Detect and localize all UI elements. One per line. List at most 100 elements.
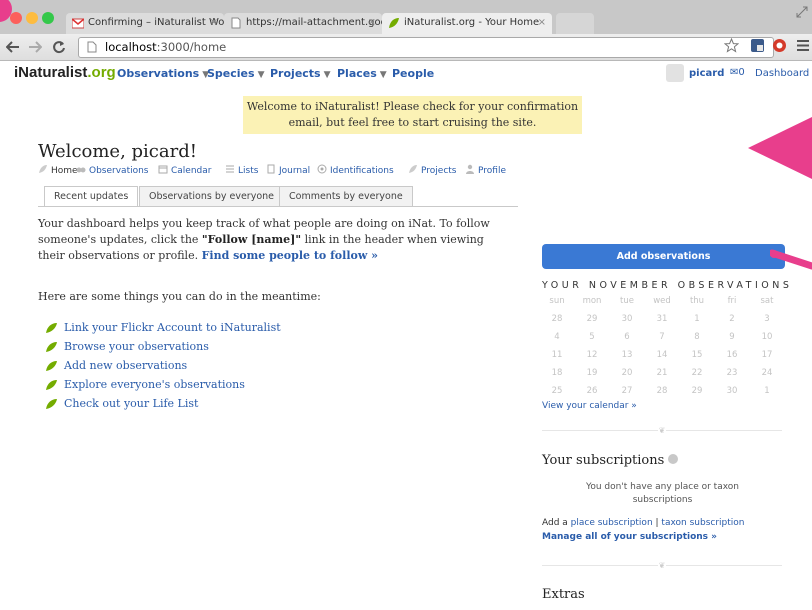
nav-label: Places — [337, 67, 377, 80]
back-icon[interactable] — [6, 41, 20, 53]
calendar-day: 1 — [764, 386, 770, 396]
annotation-arrow-icon — [748, 117, 812, 179]
calendar-day: 23 — [726, 368, 738, 378]
minimize-window-button[interactable] — [26, 12, 38, 24]
calendar-day: 28 — [656, 386, 668, 396]
calendar-day: 10 — [761, 332, 773, 342]
tab-divider — [38, 206, 518, 207]
calendar-day: 16 — [726, 350, 738, 360]
subnav-identifications[interactable]: Identifications — [317, 164, 394, 176]
tab-comments-by-everyone[interactable]: Comments by everyone — [279, 186, 413, 206]
nav-species[interactable]: Species ▼ — [207, 67, 264, 80]
add-observations-button[interactable]: Add observations — [542, 244, 785, 269]
tab-recent-updates[interactable]: Recent updates — [44, 186, 139, 207]
calendar-day: 28 — [551, 314, 563, 324]
calendar-day: 13 — [621, 350, 633, 360]
calendar-day: 1 — [694, 314, 700, 324]
avatar[interactable] — [666, 64, 684, 82]
calendar-day: 24 — [761, 368, 773, 378]
tab-close-icon[interactable]: × — [538, 17, 546, 28]
gmail-icon — [72, 18, 84, 29]
nav-observations[interactable]: Observations ▼ — [117, 67, 209, 80]
reload-icon[interactable] — [52, 40, 66, 54]
calendar-day: 4 — [554, 332, 560, 342]
todo-explore-observations[interactable]: Explore everyone's observations — [46, 377, 281, 396]
calendar-day: 12 — [586, 350, 598, 360]
dashboard-menu[interactable]: Dashboard▼ — [755, 68, 812, 79]
todo-life-list[interactable]: Check out your Life List — [46, 396, 281, 415]
todo-label: Add new observations — [64, 359, 188, 372]
todo-label: Check out your Life List — [64, 397, 199, 410]
list-icon — [226, 165, 234, 173]
address-bar[interactable]: localhost:3000/home — [78, 37, 774, 58]
nav-projects[interactable]: Projects ▼ — [270, 67, 331, 80]
subnav-home[interactable]: Home — [38, 164, 78, 176]
weekday-label: thu — [689, 296, 705, 306]
calendar-day: 17 — [761, 350, 773, 360]
nav-places[interactable]: Places ▼ — [337, 67, 387, 80]
browser-tab-gmail[interactable]: Confirming – iNaturalist Wor × — [66, 13, 224, 34]
subnav-calendar[interactable]: Calendar — [158, 164, 211, 176]
subscriptions-title: Your subscriptions — [542, 453, 665, 468]
follow-hint: "Follow [name]" — [201, 233, 302, 246]
menu-icon[interactable] — [796, 39, 810, 52]
info-icon[interactable] — [668, 454, 679, 464]
calendar-day: 5 — [589, 332, 595, 342]
zoom-window-button[interactable] — [42, 12, 54, 24]
calendar-day: 20 — [621, 368, 633, 378]
todo-add-observations[interactable]: Add new observations — [46, 358, 281, 377]
tab-close-icon[interactable]: × — [368, 17, 376, 28]
tab-observations-by-everyone[interactable]: Observations by everyone — [139, 186, 285, 206]
tab-close-icon[interactable]: × — [210, 17, 218, 28]
todo-link-flickr[interactable]: Link your Flickr Account to iNaturalist — [46, 320, 281, 339]
subnav-projects[interactable]: Projects — [408, 164, 456, 176]
todo-list: Link your Flickr Account to iNaturalist … — [46, 320, 281, 415]
browser-tab-attachment[interactable]: https://mail-attachment.goo × — [224, 13, 382, 34]
place-subscription-link[interactable]: place subscription — [571, 518, 653, 528]
subnav-profile[interactable]: Profile — [465, 164, 506, 176]
calendar-day: 29 — [586, 314, 598, 324]
browser-tab-bar: Confirming – iNaturalist Wor × https://m… — [0, 0, 812, 34]
subscriptions-heading: Your subscriptions — [542, 453, 679, 468]
close-window-button[interactable] — [10, 12, 22, 24]
journal-icon — [267, 164, 275, 174]
observation-calendar: sun mon tue wed thu fri sat 28 29 30 31 … — [542, 293, 785, 401]
fullscreen-icon[interactable] — [796, 6, 808, 18]
leaf-icon — [409, 165, 417, 173]
subnav-observations[interactable]: Observations — [76, 164, 149, 176]
leaf-icon — [46, 323, 57, 333]
tab-title: Confirming – iNaturalist Wor — [88, 17, 224, 28]
messages-link[interactable]: ✉0 — [730, 67, 745, 78]
weekday-label: sat — [760, 296, 774, 306]
logo-text: iNaturalist — [14, 64, 88, 81]
no-subscriptions-text: You don't have any place or taxon subscr… — [586, 482, 739, 505]
browser-tab-inaturalist[interactable]: iNaturalist.org - Your Home × — [382, 13, 552, 34]
subnav-label: Journal — [279, 166, 311, 176]
star-icon[interactable] — [724, 38, 739, 53]
flash-notice: Welcome to iNaturalist! Please check for… — [243, 96, 582, 134]
new-tab-button[interactable] — [556, 13, 594, 34]
subnav-label: Home — [51, 166, 78, 176]
nav-people[interactable]: People — [392, 67, 434, 80]
calendar-day: 9 — [729, 332, 735, 342]
forward-icon[interactable] — [28, 41, 42, 53]
weekday-label: tue — [620, 296, 634, 306]
find-people-link[interactable]: Find some people to follow » — [202, 249, 378, 262]
manage-subscriptions-link[interactable]: Manage all of your subscriptions » — [542, 532, 717, 542]
leaf-icon — [46, 399, 57, 409]
chevron-down-icon: ▼ — [257, 70, 265, 80]
nav-label: Projects — [270, 67, 321, 80]
todo-browse-observations[interactable]: Browse your observations — [46, 339, 281, 358]
site-logo[interactable]: iNaturalist.org — [14, 64, 116, 81]
calendar-day: 21 — [656, 368, 668, 378]
subnav-lists[interactable]: Lists — [225, 164, 258, 176]
taxon-subscription-link[interactable]: taxon subscription — [661, 518, 744, 528]
subnav-journal[interactable]: Journal — [266, 164, 310, 176]
view-calendar-link[interactable]: View your calendar » — [542, 401, 637, 411]
extension-icon[interactable] — [750, 38, 765, 53]
tab-title: iNaturalist.org - Your Home — [404, 17, 540, 28]
username-link[interactable]: picard — [689, 68, 724, 79]
calendar-day: 19 — [586, 368, 598, 378]
leaf-icon: ❦ — [658, 561, 666, 570]
adblock-icon[interactable] — [772, 38, 787, 53]
